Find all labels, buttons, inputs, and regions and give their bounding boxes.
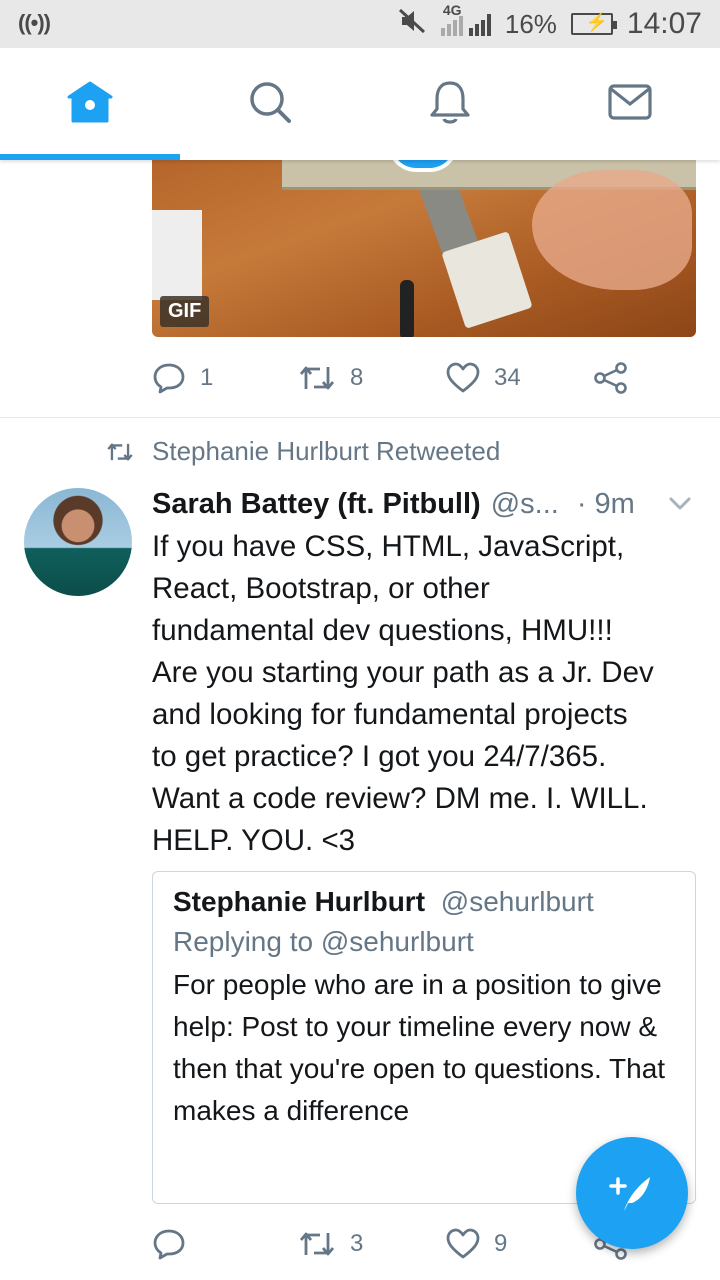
quoted-tweet-text: For people who are in a position to give… bbox=[173, 969, 666, 1126]
share-icon bbox=[594, 362, 627, 394]
signal-2-icon bbox=[468, 12, 491, 36]
status-bar: ((•)) 4G 16% ⚡ 14:07 bbox=[0, 0, 720, 48]
notifications-icon bbox=[430, 81, 470, 124]
retweeted-by-label: Stephanie Hurlburt Retweeted bbox=[152, 436, 501, 466]
retweet-count: 8 bbox=[350, 364, 364, 391]
retweet-icon bbox=[107, 442, 133, 461]
heart-icon bbox=[446, 362, 480, 393]
replying-to-label: Replying to @sehurlburt bbox=[173, 926, 474, 957]
tweet-gif-media[interactable]: GIF bbox=[152, 160, 696, 337]
author-handle[interactable]: @s... bbox=[491, 488, 559, 521]
tab-notifications[interactable] bbox=[360, 48, 540, 156]
like-button[interactable]: 34 bbox=[446, 362, 521, 394]
retweet-icon bbox=[299, 1232, 335, 1256]
retweet-button[interactable]: 8 bbox=[298, 363, 363, 393]
compose-tweet-icon bbox=[609, 1177, 650, 1211]
tweet-header: Sarah Battey (ft. Pitbull) @s... · 9m bbox=[152, 484, 697, 524]
tweet-actions: 1 8 34 bbox=[152, 356, 652, 400]
active-tab-indicator bbox=[0, 154, 180, 160]
quoted-author-name: Stephanie Hurlburt bbox=[173, 886, 426, 917]
reply-icon bbox=[153, 363, 185, 394]
compose-tweet-button[interactable] bbox=[576, 1137, 688, 1249]
network-type: 4G bbox=[442, 2, 462, 18]
like-count: 9 bbox=[494, 1230, 508, 1257]
tab-messages[interactable] bbox=[540, 48, 720, 156]
battery-percent: 16% bbox=[504, 8, 557, 39]
retweet-count: 3 bbox=[350, 1230, 364, 1257]
reply-count: 1 bbox=[200, 364, 214, 391]
reply-icon bbox=[153, 1229, 185, 1260]
avatar[interactable] bbox=[24, 488, 132, 596]
tab-search[interactable] bbox=[180, 48, 360, 156]
tweet-timestamp: · 9m bbox=[576, 487, 635, 520]
tab-home[interactable] bbox=[0, 48, 180, 156]
author-name[interactable]: Sarah Battey (ft. Pitbull) bbox=[152, 488, 481, 521]
mute-icon bbox=[397, 6, 427, 43]
tweet-divider bbox=[0, 417, 720, 418]
messages-icon bbox=[608, 84, 652, 120]
like-count: 34 bbox=[494, 364, 521, 391]
gif-badge: GIF bbox=[160, 296, 210, 327]
battery-icon: ⚡ bbox=[570, 12, 617, 35]
share-button[interactable] bbox=[594, 362, 628, 394]
retweet-button[interactable]: 3 bbox=[298, 1229, 363, 1259]
home-icon bbox=[67, 81, 113, 123]
reply-button[interactable]: 1 bbox=[152, 362, 213, 394]
quoted-author-handle: @sehurlburt bbox=[440, 886, 594, 917]
tweet-text: If you have CSS, HTML, JavaScript, React… bbox=[152, 530, 654, 857]
heart-icon bbox=[446, 1228, 480, 1259]
hotspot-icon: ((•)) bbox=[18, 10, 51, 35]
retweet-icon bbox=[299, 366, 335, 390]
top-navigation bbox=[0, 48, 720, 160]
retweet-context[interactable]: Stephanie Hurlburt Retweeted bbox=[106, 436, 500, 467]
reply-button[interactable] bbox=[152, 1228, 200, 1260]
tweet-actions: 3 9 bbox=[152, 1222, 652, 1266]
clock: 14:07 bbox=[626, 7, 702, 40]
search-icon bbox=[250, 82, 291, 123]
like-button[interactable]: 9 bbox=[446, 1228, 507, 1260]
chevron-down-icon[interactable] bbox=[667, 490, 693, 524]
